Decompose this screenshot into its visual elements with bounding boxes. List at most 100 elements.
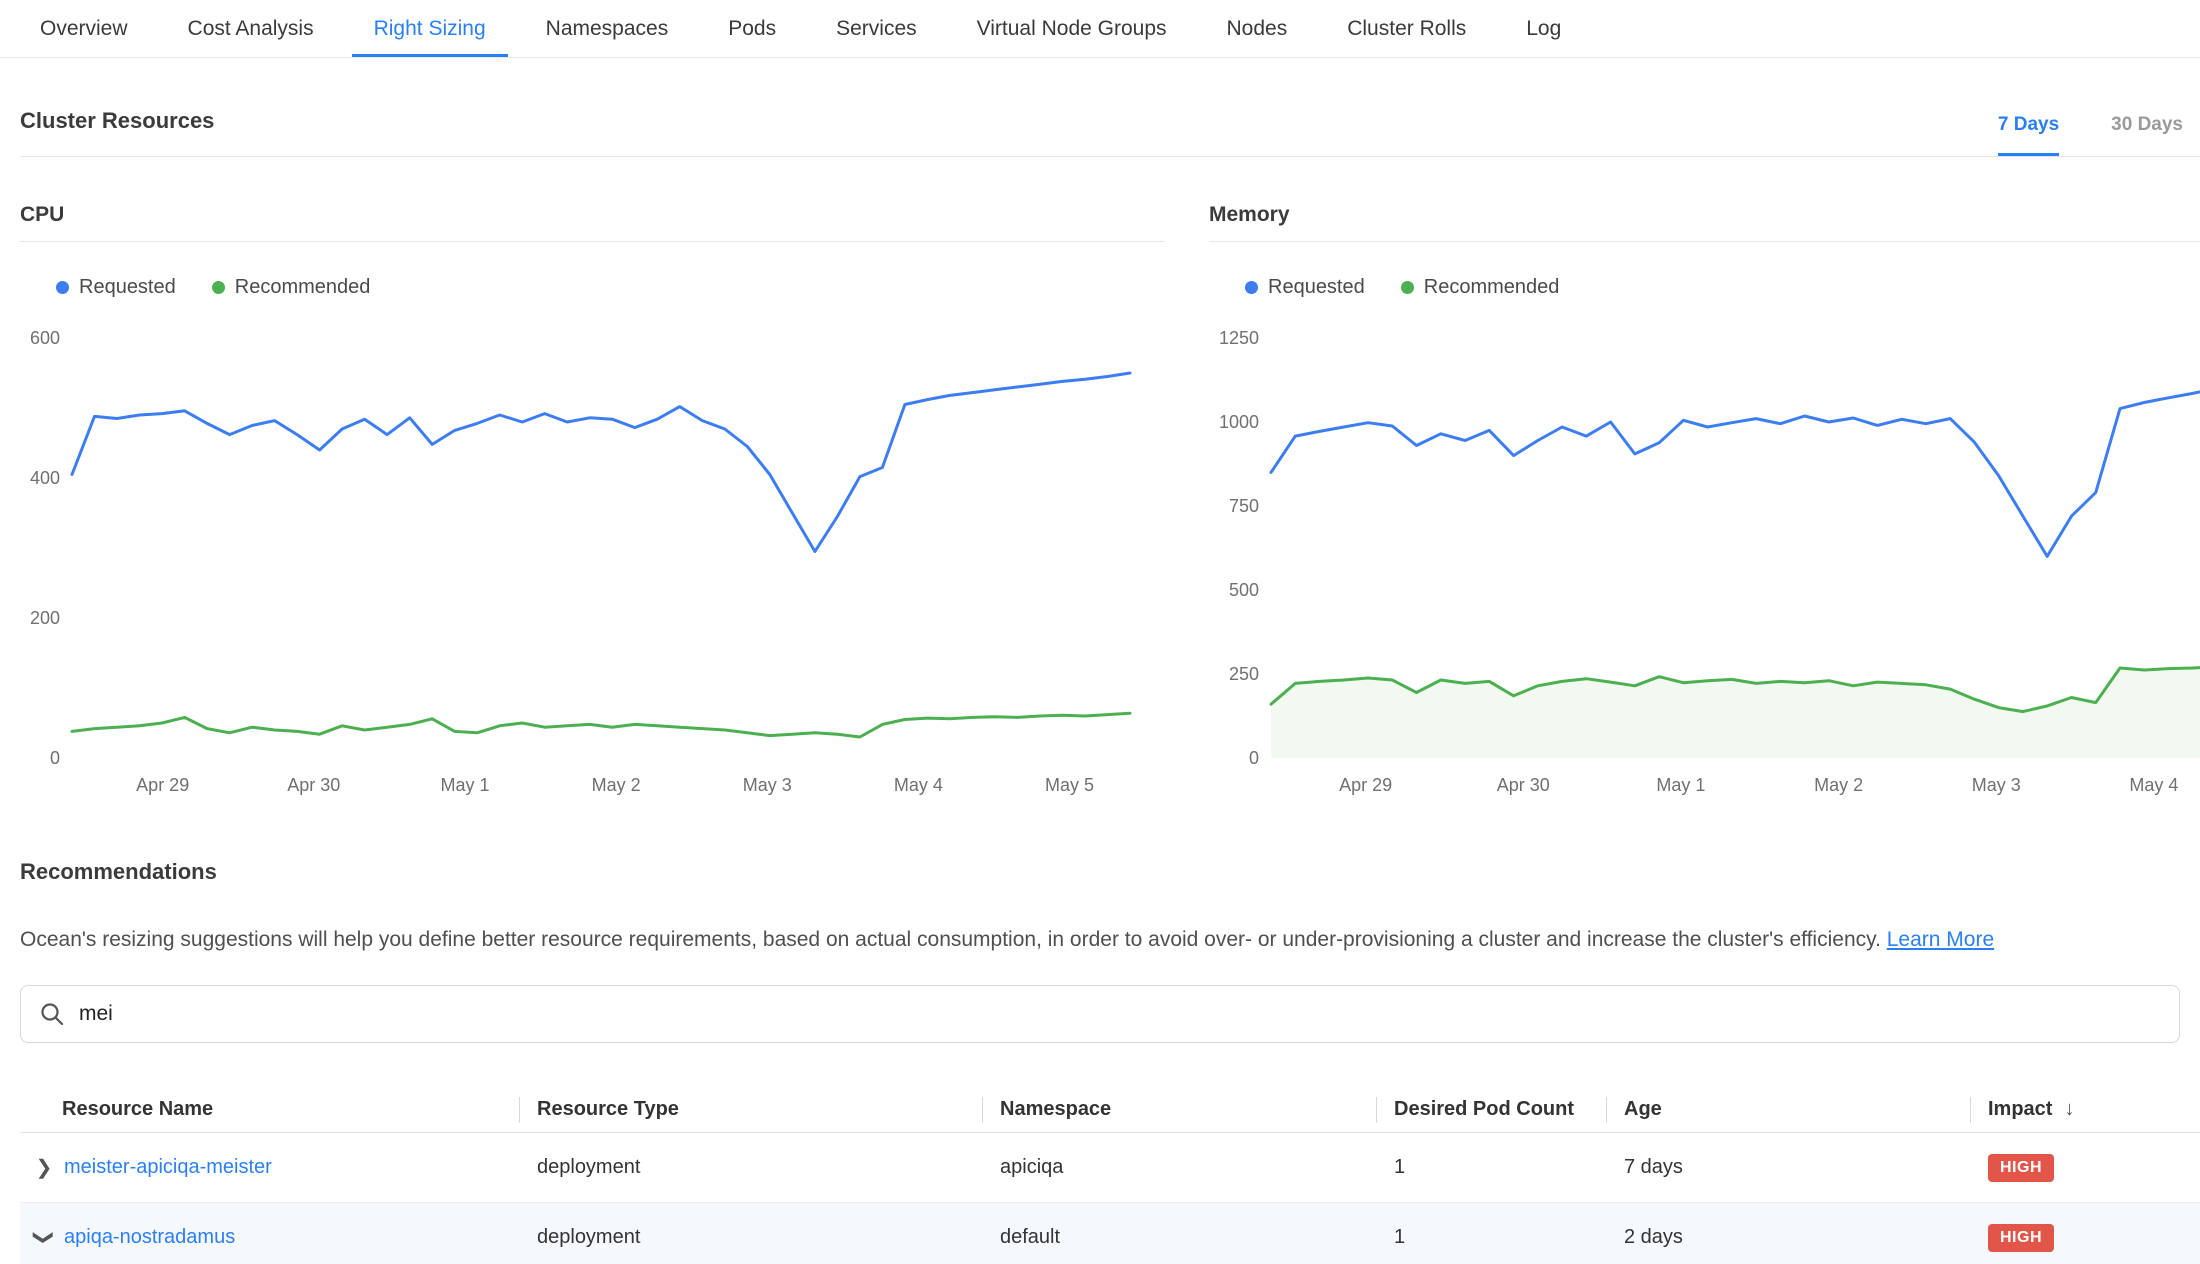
recommendations-title: Recommendations bbox=[20, 859, 2200, 885]
column-header-impact[interactable]: Impact ↓ bbox=[1970, 1087, 2200, 1132]
svg-text:May 5: May 5 bbox=[1045, 775, 1094, 795]
tab-services[interactable]: Services bbox=[806, 0, 947, 57]
impact-cell: HIGH bbox=[1970, 1224, 2200, 1252]
column-header-resource-name[interactable]: Resource Name bbox=[20, 1087, 519, 1132]
svg-text:Apr 29: Apr 29 bbox=[136, 775, 189, 795]
column-header-namespace[interactable]: Namespace bbox=[982, 1087, 1376, 1132]
learn-more-link[interactable]: Learn More bbox=[1887, 928, 1994, 951]
svg-text:Apr 29: Apr 29 bbox=[1339, 775, 1392, 795]
legend-dot-icon bbox=[56, 281, 69, 294]
column-header-label: Resource Name bbox=[62, 1098, 213, 1121]
resource-name-cell: ❯apiqa-nostradamus bbox=[20, 1225, 519, 1250]
date-range-toggle: 7 Days 30 Days bbox=[1998, 114, 2183, 156]
svg-text:250: 250 bbox=[1229, 664, 1259, 684]
svg-text:600: 600 bbox=[30, 328, 60, 348]
legend-label: Requested bbox=[79, 276, 176, 299]
table-row[interactable]: ❯apiqa-nostradamusdeploymentdefault12 da… bbox=[20, 1203, 2200, 1264]
tab-nodes[interactable]: Nodes bbox=[1197, 0, 1318, 57]
svg-text:May 3: May 3 bbox=[1972, 775, 2021, 795]
svg-text:0: 0 bbox=[1249, 748, 1259, 768]
tab-log[interactable]: Log bbox=[1496, 0, 1591, 57]
legend-item-requested: Requested bbox=[56, 276, 176, 299]
svg-text:May 4: May 4 bbox=[2129, 775, 2178, 795]
desired-pod-count-cell: 1 bbox=[1376, 1226, 1606, 1249]
legend-label: Recommended bbox=[1424, 276, 1560, 299]
svg-text:0: 0 bbox=[50, 748, 60, 768]
chart-plot-cpu: 0 200 400 600 Apr 29 Apr 30 May 1 May 2 May 3 May… bbox=[20, 313, 1164, 803]
chart-title-memory: Memory bbox=[1209, 203, 2200, 242]
svg-text:200: 200 bbox=[30, 608, 60, 628]
column-header-age[interactable]: Age bbox=[1606, 1087, 1970, 1132]
chart-legend: Requested Recommended bbox=[56, 276, 1164, 299]
svg-text:May 3: May 3 bbox=[743, 775, 792, 795]
chart-legend: Requested Recommended bbox=[1245, 276, 2200, 299]
svg-text:May 2: May 2 bbox=[592, 775, 641, 795]
column-header-label: Namespace bbox=[1000, 1098, 1111, 1121]
tab-overview[interactable]: Overview bbox=[10, 0, 158, 57]
svg-text:500: 500 bbox=[1229, 580, 1259, 600]
chevron-down-icon[interactable]: ❯ bbox=[32, 1218, 57, 1258]
svg-text:Apr 30: Apr 30 bbox=[287, 775, 340, 795]
tab-namespaces[interactable]: Namespaces bbox=[516, 0, 699, 57]
legend-label: Recommended bbox=[235, 276, 371, 299]
range-30-days[interactable]: 30 Days bbox=[2111, 114, 2183, 156]
resource-name-cell: ❯meister-apiciqa-meister bbox=[20, 1155, 519, 1180]
column-header-label: Desired Pod Count bbox=[1394, 1098, 1574, 1121]
memory-chart: MemoryRequestedRecommended02505007501000… bbox=[1209, 203, 2200, 803]
legend-label: Requested bbox=[1268, 276, 1365, 299]
svg-text:1250: 1250 bbox=[1219, 328, 1259, 348]
range-7-days[interactable]: 7 Days bbox=[1998, 114, 2059, 156]
tab-virtual-node-groups[interactable]: Virtual Node Groups bbox=[947, 0, 1197, 57]
cluster-resources-title: Cluster Resources bbox=[20, 108, 214, 156]
svg-text:May 1: May 1 bbox=[440, 775, 489, 795]
search-icon bbox=[39, 1001, 65, 1027]
chevron-right-icon[interactable]: ❯ bbox=[24, 1155, 64, 1180]
column-header-label: Age bbox=[1624, 1098, 1662, 1121]
table-header-row: Resource Name Resource Type Namespace Desir… bbox=[20, 1087, 2200, 1133]
chart-plot-memory: 025050075010001250Apr 29Apr 30May 1May 2… bbox=[1209, 313, 2200, 803]
recommendations-description-text: Ocean's resizing suggestions will help y… bbox=[20, 928, 1881, 951]
tab-cluster-rolls[interactable]: Cluster Rolls bbox=[1317, 0, 1496, 57]
resource-name-link[interactable]: meister-apiciqa-meister bbox=[64, 1156, 272, 1179]
legend-dot-icon bbox=[212, 281, 225, 294]
age-cell: 2 days bbox=[1606, 1226, 1970, 1249]
namespace-cell: default bbox=[982, 1226, 1376, 1249]
chart-title-cpu: CPU bbox=[20, 203, 1164, 242]
impact-badge: HIGH bbox=[1988, 1224, 2054, 1252]
resource-type-cell: deployment bbox=[519, 1156, 982, 1179]
tab-right-sizing[interactable]: Right Sizing bbox=[344, 0, 516, 57]
table-row[interactable]: ❯meister-apiciqa-meisterdeploymentapiciq… bbox=[20, 1133, 2200, 1203]
legend-item-requested: Requested bbox=[1245, 276, 1365, 299]
search-input[interactable] bbox=[79, 1002, 2161, 1026]
impact-cell: HIGH bbox=[1970, 1154, 2200, 1182]
page-content: Cluster Resources 7 Days 30 Days CPU Reque… bbox=[0, 58, 2200, 1264]
svg-text:Apr 30: Apr 30 bbox=[1497, 775, 1550, 795]
sort-desc-icon[interactable]: ↓ bbox=[2064, 1098, 2074, 1121]
tab-cost-analysis[interactable]: Cost Analysis bbox=[158, 0, 344, 57]
column-header-resource-type[interactable]: Resource Type bbox=[519, 1087, 982, 1132]
legend-dot-icon bbox=[1401, 281, 1414, 294]
legend-dot-icon bbox=[1245, 281, 1258, 294]
top-nav-tabs: OverviewCost AnalysisRight SizingNamespa… bbox=[0, 0, 2200, 58]
search-box bbox=[20, 985, 2180, 1043]
namespace-cell: apiciqa bbox=[982, 1156, 1376, 1179]
svg-text:May 4: May 4 bbox=[894, 775, 943, 795]
age-cell: 7 days bbox=[1606, 1156, 1970, 1179]
column-header-label: Impact bbox=[1988, 1098, 2052, 1121]
legend-item-recommended: Recommended bbox=[1401, 276, 1560, 299]
tab-pods[interactable]: Pods bbox=[698, 0, 806, 57]
svg-text:May 1: May 1 bbox=[1656, 775, 1705, 795]
svg-text:400: 400 bbox=[30, 468, 60, 488]
column-header-desired-pod-count[interactable]: Desired Pod Count bbox=[1376, 1087, 1606, 1132]
svg-text:May 2: May 2 bbox=[1814, 775, 1863, 795]
cpu-chart: CPU Requested Recommended 0 200 400 600 Apr 29 A… bbox=[20, 203, 1164, 803]
resource-name-link[interactable]: apiqa-nostradamus bbox=[64, 1226, 235, 1249]
resource-type-cell: deployment bbox=[519, 1226, 982, 1249]
desired-pod-count-cell: 1 bbox=[1376, 1156, 1606, 1179]
legend-item-recommended: Recommended bbox=[212, 276, 371, 299]
recommendations-description: Ocean's resizing suggestions will help y… bbox=[20, 925, 2200, 955]
cluster-resources-header: Cluster Resources 7 Days 30 Days bbox=[20, 58, 2200, 157]
recommendations-table: Resource Name Resource Type Namespace Desir… bbox=[20, 1087, 2200, 1264]
impact-badge: HIGH bbox=[1988, 1154, 2054, 1182]
svg-text:750: 750 bbox=[1229, 496, 1259, 516]
